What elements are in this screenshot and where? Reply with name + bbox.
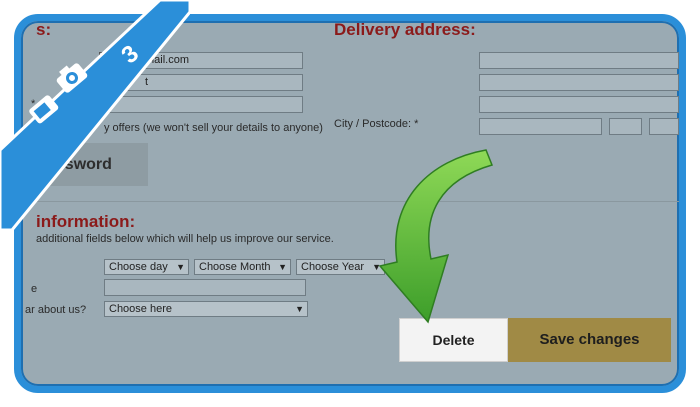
step-badge: 3 bbox=[0, 0, 190, 230]
arrow-shape bbox=[378, 149, 494, 324]
badge-ribbon bbox=[0, 0, 190, 230]
